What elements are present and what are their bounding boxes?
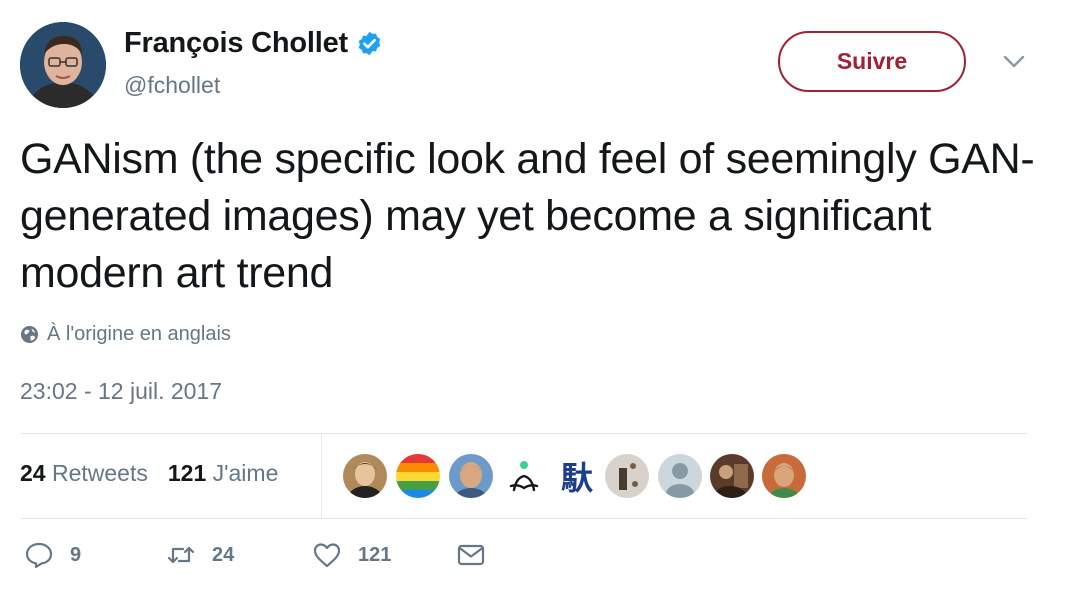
follow-button[interactable]: Suivre [778,31,966,92]
author-avatar[interactable] [20,22,106,108]
likes-label: J'aime [212,460,279,486]
divider [321,433,322,518]
direct-message-button[interactable] [456,540,486,570]
tweet-stats: 24 Retweets 121 J'aime [20,460,298,487]
liker-avatar[interactable] [396,454,440,498]
author-name-row[interactable]: François Chollet [124,27,383,60]
chevron-down-icon[interactable] [1002,54,1026,70]
retweet-button[interactable]: 24 [166,540,234,570]
divider [20,518,1028,519]
globe-icon [20,325,39,344]
like-count: 121 [358,543,392,566]
liker-avatar[interactable] [502,454,546,498]
author-handle[interactable]: @fchollet [124,72,220,99]
tweet-timestamp[interactable]: 23:02 - 12 juil. 2017 [20,378,222,405]
liker-avatar[interactable]: 馱 [555,454,599,498]
like-button[interactable]: 121 [312,540,391,570]
liker-kanji-text: 馱 [560,459,593,497]
liker-avatar[interactable] [605,454,649,498]
tweet-text: GANism (the specific look and feel of se… [20,135,1035,297]
retweet-count: 24 [212,543,235,566]
divider [20,433,1028,434]
meditation-icon [509,461,539,492]
heart-icon [313,543,341,568]
likes-count: 121 [167,460,207,486]
reply-button[interactable]: 9 [24,540,81,570]
retweets-stat[interactable]: 24 Retweets [20,460,148,487]
retweets-count: 24 [20,460,46,486]
translation-note-text: À l'origine en anglais [47,323,231,345]
retweet-icon [167,546,195,564]
reply-count: 9 [70,543,82,566]
translation-note: À l'origine en anglais [20,323,231,346]
liker-avatar[interactable] [449,454,493,498]
likes-stat[interactable]: 121 J'aime [168,460,279,487]
envelope-icon [457,544,485,566]
retweets-label: Retweets [51,460,148,486]
tweet-card: François Chollet @fchollet Suivre GANism… [0,0,1080,616]
liker-avatar[interactable] [343,454,387,498]
author-name[interactable]: François Chollet [124,27,348,60]
liker-avatar[interactable] [762,454,806,498]
liker-avatar[interactable] [710,454,754,498]
liker-avatar[interactable] [658,454,702,498]
reply-icon [25,542,53,569]
verified-badge-icon [358,31,381,56]
